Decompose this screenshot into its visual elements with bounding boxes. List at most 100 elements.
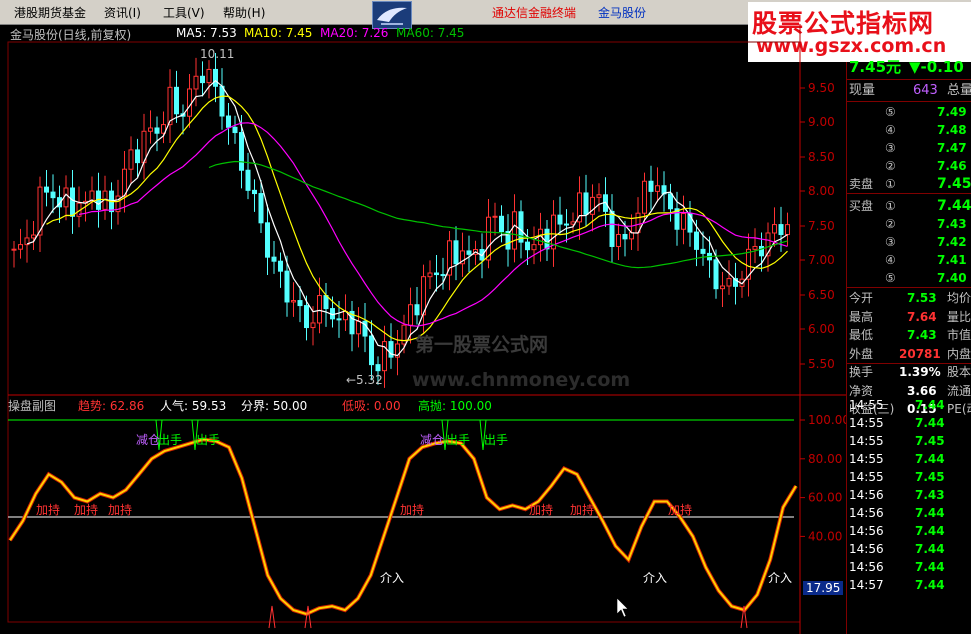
- candle-body: [778, 224, 784, 236]
- stat-value: 7.43: [907, 328, 937, 342]
- chart-canvas[interactable]: 9.50 9.00 8.50 8.00 7.50 7.00 6.50 6.00 5.50 100.…: [0, 24, 846, 634]
- stat-row: 最低 7.43 市值: [847, 326, 971, 344]
- candle-body: [720, 285, 725, 290]
- candle-body: [759, 245, 764, 257]
- candle-body: [785, 224, 790, 236]
- candle-body: [726, 278, 732, 287]
- candle-body: [239, 132, 244, 171]
- menu-item-info[interactable]: 资讯(I): [104, 4, 141, 21]
- candle-body: [544, 228, 550, 250]
- menu-item-market[interactable]: 港股期货基金: [14, 4, 86, 21]
- tick-row: 14:55 7.45: [847, 432, 971, 450]
- sell-row: 卖盘 ① 7.45: [847, 175, 971, 193]
- candle-body: [648, 180, 654, 192]
- candle-body: [622, 233, 628, 240]
- tick-row: 14:55 7.45: [847, 468, 971, 486]
- stat-label: 最低: [849, 328, 874, 342]
- candle-body: [629, 232, 634, 240]
- candle-body: [271, 256, 277, 262]
- sell-row: ③ 7.47: [847, 139, 971, 157]
- main-ytick-label: 8.00: [808, 184, 835, 198]
- chart-area[interactable]: 9.50 9.00 8.50 8.00 7.50 7.00 6.50 6.00 5.50 100.…: [0, 24, 846, 634]
- buy-row: 买盘 ① 7.44: [847, 197, 971, 215]
- high-price-label: 10.11: [200, 47, 235, 61]
- stat-label: 最高: [849, 309, 874, 324]
- stat-value: 20781: [899, 346, 941, 361]
- tick-price: 7.44: [915, 506, 945, 520]
- buy-price: 7.41: [937, 253, 967, 267]
- buy-level-index: ③: [885, 235, 896, 249]
- terminal-title: 通达信金融终端: [492, 6, 577, 20]
- candle-body: [369, 335, 374, 366]
- low-price-label: ←5.32: [346, 373, 383, 387]
- tick-row: 14:56 7.44: [847, 504, 971, 522]
- ma5-label: MA5: 7.53: [176, 26, 237, 40]
- candle-body: [50, 191, 56, 199]
- candle-body: [317, 295, 322, 324]
- candle-body: [206, 68, 212, 84]
- mouse-cursor-icon: [616, 597, 629, 618]
- sell-level-index: ④: [885, 123, 896, 137]
- candle-body: [616, 233, 621, 247]
- stat-right-label: 量比: [947, 309, 971, 324]
- stat-row: 最高 7.64 量比: [847, 308, 971, 326]
- candle-body: [278, 260, 283, 272]
- sell-level-index: ②: [885, 159, 896, 173]
- candle-body: [694, 231, 699, 250]
- tick-row: 14:57 7.44: [847, 576, 971, 594]
- tick-price: 7.44: [915, 542, 945, 556]
- buy-price: 7.40: [937, 271, 967, 285]
- low-absorb-label: 低吸: 0.00: [342, 399, 401, 413]
- tick-time: 14:56: [849, 542, 884, 556]
- candle-body: [219, 85, 225, 117]
- sell-level-index: ③: [885, 141, 896, 155]
- ma5-line: [26, 79, 788, 357]
- sub-ytick-label: 80.00: [808, 452, 842, 466]
- tick-time: 14:55: [849, 452, 884, 466]
- menu-item-tools[interactable]: 工具(V): [163, 4, 205, 21]
- candle-body: [492, 215, 498, 218]
- last-price: 7.45元: [849, 58, 902, 76]
- candle-body: [772, 224, 777, 234]
- popularity-label: 人气: 59.53: [160, 399, 227, 413]
- candle-body: [193, 75, 199, 90]
- signal-hold-3: 加持: [108, 503, 133, 517]
- stat-right-label: 股本: [947, 365, 971, 379]
- candle-body: [18, 244, 23, 250]
- tick-row: 14:56 7.43: [847, 486, 971, 504]
- tick-price: 7.44: [915, 524, 945, 538]
- stat-row: 换手 1.39% 股本: [847, 363, 971, 381]
- candle-body: [297, 300, 303, 307]
- candle-body: [668, 193, 673, 210]
- candle-body: [596, 194, 602, 198]
- tick-time: 14:56: [849, 506, 884, 520]
- signal-hold-4: 加持: [400, 503, 425, 517]
- candle-body: [525, 241, 530, 251]
- tick-time: 14:56: [849, 488, 884, 502]
- buy-label: 买盘: [849, 199, 874, 213]
- signal-hold-1: 加持: [36, 503, 61, 517]
- buy-row: ② 7.43: [847, 215, 971, 233]
- trend-line-outline: [8, 437, 798, 617]
- buy-row: ③ 7.42: [847, 233, 971, 251]
- candle-body: [414, 304, 420, 316]
- candle-body: [70, 187, 75, 217]
- candle-body: [213, 68, 218, 87]
- candle-body: [499, 215, 504, 232]
- candle-body: [440, 274, 446, 277]
- quote-panel: 7.45元 ▼-0.10 现量 643 总量 ⑤ 7.49 ④ 7.48 ③ 7.47 ② 7…: [846, 58, 971, 634]
- signal-hold-5: 加持: [529, 503, 554, 517]
- menu-item-help[interactable]: 帮助(H): [223, 4, 265, 21]
- sell-label: 卖盘: [849, 177, 874, 191]
- signal-hold-2: 加持: [74, 503, 99, 517]
- buy-level-index: ⑤: [885, 271, 896, 285]
- sell-price: 7.48: [937, 123, 967, 137]
- sub-ytick-label: 100.00: [808, 413, 846, 427]
- candle-body: [583, 192, 589, 215]
- stat-label: 今开: [849, 291, 874, 305]
- main-ytick-label: 6.50: [808, 288, 835, 302]
- tick-price: 7.45: [915, 470, 945, 484]
- candle-body: [713, 259, 719, 290]
- tick-row: 14:55 7.44: [847, 414, 971, 432]
- tick-row: 14:55 7.44: [847, 396, 971, 414]
